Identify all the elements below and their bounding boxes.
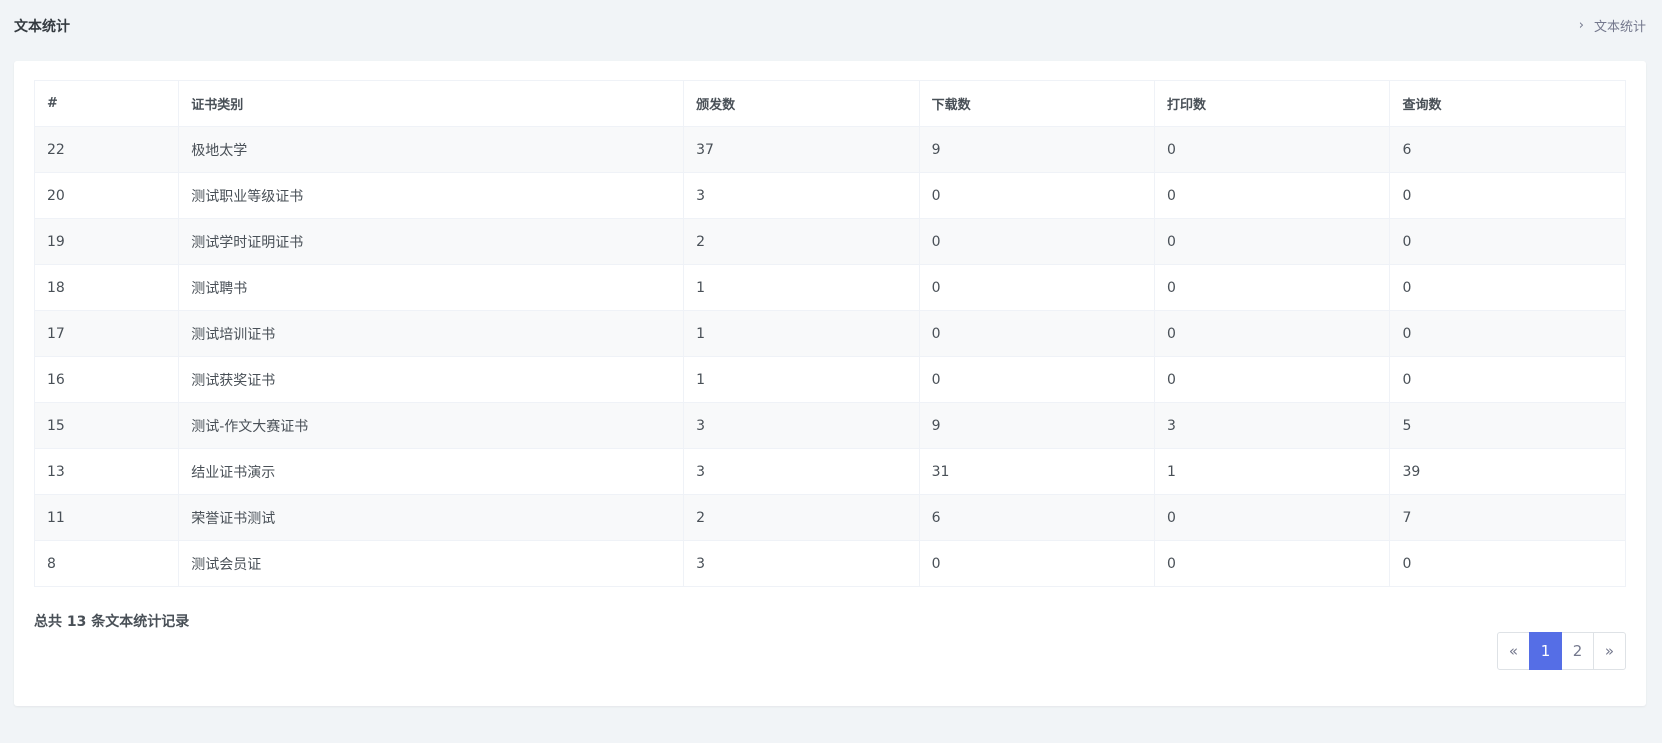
- table-row: 8 测试会员证 3 0 0 0: [33, 540, 1626, 587]
- table-row: 22 极地太学 37 9 0 6: [33, 126, 1626, 173]
- cell-issued: 3: [683, 540, 920, 587]
- cell-category: 测试职业等级证书: [178, 172, 685, 219]
- cell-queries: 7: [1389, 494, 1626, 541]
- cell-category: 测试获奖证书: [178, 356, 685, 403]
- table-body: 22 极地太学 37 9 0 6 20 测试职业等级证书 3 0 0 0 19 …: [33, 126, 1626, 587]
- chevron-right-icon: ›: [1578, 18, 1584, 33]
- cell-id: 13: [33, 448, 180, 495]
- table-row: 16 测试获奖证书 1 0 0 0: [33, 356, 1626, 403]
- page-header: 文本统计 › 文本统计: [0, 0, 1662, 50]
- table-row: 15 测试-作文大赛证书 3 9 3 5: [33, 402, 1626, 449]
- cell-downloads: 0: [918, 540, 1156, 587]
- cell-category: 测试培训证书: [178, 310, 685, 357]
- cell-category: 测试聘书: [178, 264, 685, 311]
- cell-prints: 0: [1154, 172, 1391, 219]
- table-row: 17 测试培训证书 1 0 0 0: [33, 310, 1626, 357]
- cell-queries: 0: [1389, 310, 1626, 357]
- cell-downloads: 9: [918, 402, 1156, 449]
- cell-prints: 0: [1154, 264, 1391, 311]
- cell-issued: 1: [683, 264, 920, 311]
- record-count-summary: 总共 13 条文本统计记录: [34, 614, 190, 630]
- stats-table: # 证书类别 颁发数 下载数 打印数 查询数 22 极地太学 37 9 0 6 …: [33, 80, 1626, 587]
- pagination-page-2[interactable]: 2: [1561, 632, 1594, 670]
- cell-downloads: 0: [918, 172, 1156, 219]
- cell-queries: 0: [1389, 264, 1626, 311]
- cell-downloads: 9: [918, 126, 1156, 173]
- pagination: « 1 2 »: [1497, 632, 1626, 670]
- pagination-prev-button[interactable]: «: [1497, 632, 1530, 670]
- column-header-downloads: 下载数: [918, 80, 1156, 127]
- cell-downloads: 31: [918, 448, 1156, 495]
- cell-queries: 0: [1389, 540, 1626, 587]
- cell-issued: 37: [683, 126, 920, 173]
- cell-category: 测试学时证明证书: [178, 218, 685, 265]
- table-header-row: # 证书类别 颁发数 下载数 打印数 查询数: [33, 80, 1626, 127]
- cell-id: 19: [33, 218, 180, 265]
- cell-queries: 0: [1389, 218, 1626, 265]
- table-row: 20 测试职业等级证书 3 0 0 0: [33, 172, 1626, 219]
- cell-issued: 3: [683, 172, 920, 219]
- cell-prints: 0: [1154, 126, 1391, 173]
- column-header-id: #: [33, 80, 180, 127]
- cell-id: 16: [33, 356, 180, 403]
- cell-prints: 3: [1154, 402, 1391, 449]
- cell-id: 15: [33, 402, 180, 449]
- cell-prints: 0: [1154, 540, 1391, 587]
- cell-prints: 0: [1154, 310, 1391, 357]
- cell-prints: 0: [1154, 218, 1391, 265]
- cell-queries: 39: [1389, 448, 1626, 495]
- cell-downloads: 6: [918, 494, 1156, 541]
- cell-id: 8: [33, 540, 180, 587]
- cell-prints: 1: [1154, 448, 1391, 495]
- cell-id: 11: [33, 494, 180, 541]
- pagination-next-button[interactable]: »: [1593, 632, 1626, 670]
- cell-issued: 2: [683, 494, 920, 541]
- cell-queries: 5: [1389, 402, 1626, 449]
- table-row: 19 测试学时证明证书 2 0 0 0: [33, 218, 1626, 265]
- cell-prints: 0: [1154, 356, 1391, 403]
- cell-downloads: 0: [918, 310, 1156, 357]
- pagination-page-1[interactable]: 1: [1529, 632, 1562, 670]
- cell-id: 20: [33, 172, 180, 219]
- cell-queries: 0: [1389, 356, 1626, 403]
- cell-downloads: 0: [918, 218, 1156, 265]
- cell-issued: 2: [683, 218, 920, 265]
- cell-category: 荣誉证书测试: [178, 494, 685, 541]
- table-row: 11 荣誉证书测试 2 6 0 7: [33, 494, 1626, 541]
- breadcrumb-item-current[interactable]: 文本统计: [1594, 16, 1646, 35]
- cell-downloads: 0: [918, 264, 1156, 311]
- cell-id: 18: [33, 264, 180, 311]
- breadcrumb: › 文本统计: [1579, 16, 1646, 35]
- cell-queries: 6: [1389, 126, 1626, 173]
- cell-issued: 1: [683, 356, 920, 403]
- table-row: 13 结业证书演示 3 31 1 39: [33, 448, 1626, 495]
- column-header-prints: 打印数: [1154, 80, 1391, 127]
- table-row: 18 测试聘书 1 0 0 0: [33, 264, 1626, 311]
- cell-prints: 0: [1154, 494, 1391, 541]
- cell-downloads: 0: [918, 356, 1156, 403]
- page-title: 文本统计: [14, 19, 70, 35]
- cell-category: 测试会员证: [178, 540, 685, 587]
- column-header-queries: 查询数: [1389, 80, 1626, 127]
- cell-category: 结业证书演示: [178, 448, 685, 495]
- cell-issued: 3: [683, 448, 920, 495]
- cell-issued: 3: [683, 402, 920, 449]
- cell-id: 22: [33, 126, 180, 173]
- column-header-category: 证书类别: [178, 80, 685, 127]
- cell-category: 测试-作文大赛证书: [178, 402, 685, 449]
- cell-issued: 1: [683, 310, 920, 357]
- content-card: # 证书类别 颁发数 下载数 打印数 查询数 22 极地太学 37 9 0 6 …: [14, 61, 1646, 706]
- column-header-issued: 颁发数: [683, 80, 920, 127]
- cell-id: 17: [33, 310, 180, 357]
- cell-category: 极地太学: [178, 126, 685, 173]
- cell-queries: 0: [1389, 172, 1626, 219]
